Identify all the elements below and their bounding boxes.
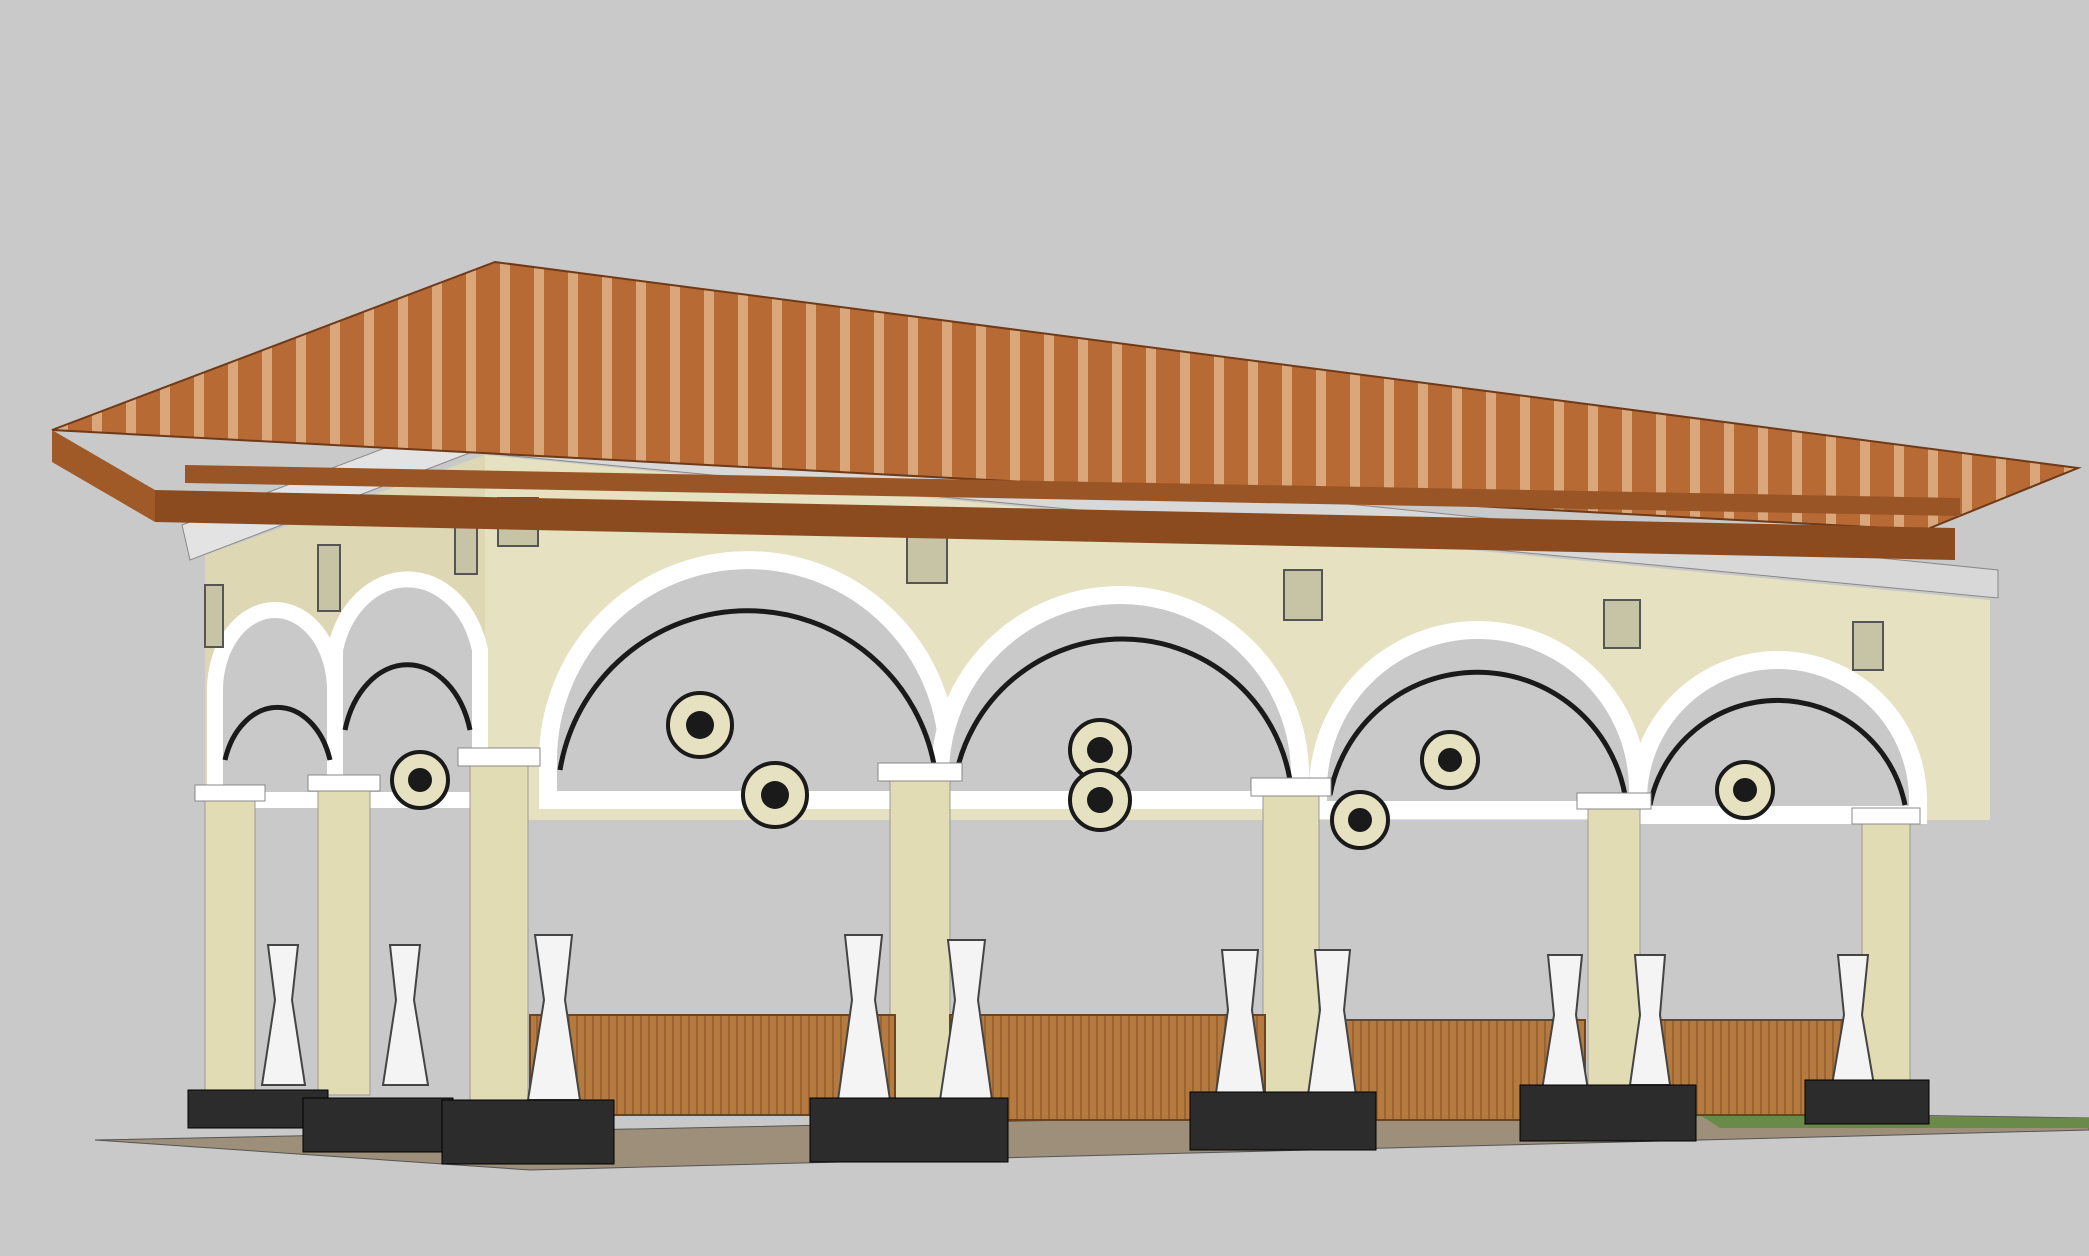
- model-viewport[interactable]: [0, 0, 2089, 1256]
- pergola-beam-left: [52, 430, 155, 522]
- column-2: [317, 784, 371, 1096]
- plinth-6: [1519, 1084, 1697, 1142]
- plinth-5: [1189, 1091, 1377, 1151]
- pavilion-rendering: [51, 260, 2089, 1171]
- column-6: [1587, 804, 1641, 1101]
- urn-1: [260, 944, 307, 1086]
- column-5: [1262, 789, 1320, 1106]
- plinth-7: [1804, 1079, 1930, 1125]
- plinth-3: [441, 1099, 615, 1165]
- column-4: [889, 774, 951, 1106]
- plinth-4: [809, 1097, 1009, 1163]
- plinth-2: [302, 1097, 454, 1153]
- column-3: [469, 759, 529, 1106]
- urn-2: [381, 944, 430, 1086]
- column-1: [204, 794, 256, 1096]
